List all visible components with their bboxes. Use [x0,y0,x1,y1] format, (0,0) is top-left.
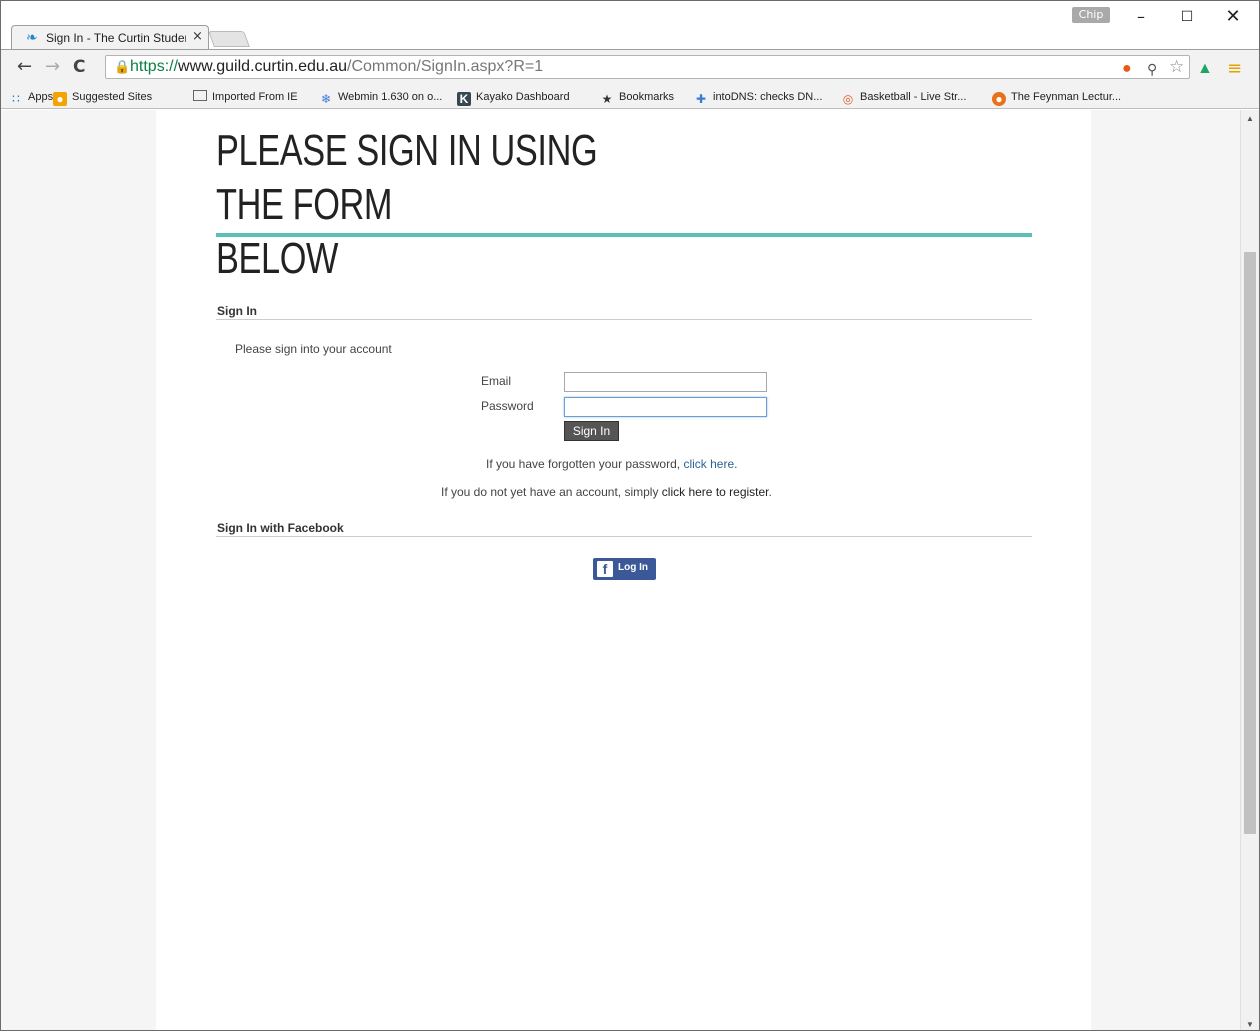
register-text: If you do not yet have an account, simpl… [441,485,772,499]
url-scheme: https:// [130,58,179,75]
register-suffix: . [768,485,772,499]
back-button[interactable]: ← [17,57,32,77]
forgot-prefix: If you have forgotten your password, [486,457,684,471]
tab-close-icon[interactable]: × [192,29,203,44]
facebook-section-title: Sign In with Facebook [217,521,344,535]
email-label: Email [481,374,512,388]
extension-pencil-icon[interactable]: ● [1122,61,1132,77]
register-link[interactable]: click here to register [662,485,769,499]
bookmark-apps[interactable]: ∷ Apps [9,89,53,106]
url-text[interactable]: https://www.guild.curtin.edu.au/Common/S… [130,58,543,76]
scroll-down-arrow-icon[interactable]: ▼ [1246,1020,1254,1029]
forgot-password-text: If you have forgotten your password, cli… [486,457,737,471]
facebook-login-button[interactable]: f Log In [593,558,656,580]
bookmark-bookmarks[interactable]: ★ Bookmarks [600,89,674,106]
profile-badge[interactable]: Chip [1072,7,1110,23]
facebook-login-label: Log In [618,562,648,573]
bookmarks-bar: ∷ Apps ● Suggested Sites Imported From IE … [1,85,1259,109]
forward-button[interactable]: → [45,57,60,77]
webmin-icon: ❄ [320,92,332,106]
url-path: /Common/SignIn.aspx?R=1 [347,58,544,75]
page-title-line-1: PLEASE SIGN IN USING THE FORM [216,126,598,229]
section-divider [216,536,1032,537]
url-host: www.guild.curtin.edu.au [178,58,348,75]
tab-title: Sign In - The Curtin Student Guild [46,31,186,45]
suggested-sites-icon: ● [53,92,67,106]
page-content: PLEASE SIGN IN USING THE FORM BELOW Sign… [156,110,1091,1030]
title-bar: Chip – ☐ ✕ ❧ Sign In - The Curtin Studen… [1,1,1259,49]
bookmark-label: Kayako Dashboard [476,91,570,103]
bookmark-label: Imported From IE [212,91,298,103]
apps-grid-icon: ∷ [12,92,20,106]
bookmark-star-icon[interactable]: ☆ [1169,57,1184,77]
extension-key-icon[interactable]: ⚲ [1147,61,1157,77]
forgot-suffix: . [734,457,738,471]
signin-intro-text: Please sign into your account [235,342,392,356]
page-viewport: PLEASE SIGN IN USING THE FORM BELOW Sign… [1,110,1241,1030]
maximize-button[interactable]: ☐ [1167,5,1207,29]
page-title: PLEASE SIGN IN USING THE FORM BELOW [216,124,653,286]
browser-tab[interactable]: ❧ Sign In - The Curtin Student Guild × [11,25,209,49]
register-prefix: If you do not yet have an account, simpl… [441,485,662,499]
bookmark-label: Suggested Sites [72,91,153,103]
forgot-password-link[interactable]: click here [683,457,734,471]
basketball-icon: ◎ [842,92,854,106]
signin-section-title: Sign In [217,304,257,318]
bookmark-label: Webmin 1.630 on o... [338,91,443,103]
bookmark-imported-from-ie[interactable]: Imported From IE [193,89,298,105]
bookmark-label: Basketball - Live Str... [860,91,967,103]
bookmark-basketball[interactable]: ◎ Basketball - Live Str... [841,89,967,106]
bookmark-kayako[interactable]: K Kayako Dashboard [457,89,570,106]
kayako-icon: K [457,92,471,106]
lock-icon: 🔒 [114,59,131,74]
chrome-menu-icon[interactable]: ≡ [1227,58,1242,79]
page-title-line-2: BELOW [216,234,339,283]
star-icon: ★ [601,92,613,106]
password-field[interactable] [564,397,767,417]
bookmark-label: Apps [28,91,54,103]
section-divider [216,319,1032,320]
feynman-icon: ● [992,92,1006,106]
email-field[interactable] [564,372,767,392]
scrollbar-thumb[interactable] [1244,252,1256,834]
bookmark-webmin[interactable]: ❄ Webmin 1.630 on o... [319,89,442,106]
folder-icon [193,90,207,101]
curtin-ribbon-icon: ❧ [26,29,38,45]
bookmark-suggested-sites[interactable]: ● Suggested Sites [53,89,152,106]
close-window-button[interactable]: ✕ [1213,5,1253,29]
reload-button[interactable]: C [73,57,85,77]
bookmark-label: intoDNS: checks DN... [713,91,823,103]
bookmark-label: Bookmarks [619,91,675,103]
intodns-icon: ✚ [695,92,707,106]
bookmark-intodns[interactable]: ✚ intoDNS: checks DN... [694,89,822,106]
address-bar[interactable]: 🔒 https://www.guild.curtin.edu.au/Common… [105,55,1190,79]
scroll-up-arrow-icon[interactable]: ▲ [1246,114,1254,123]
google-drive-icon[interactable]: ▲ [1197,61,1213,77]
bookmark-label: The Feynman Lectur... [1011,91,1122,103]
minimize-button[interactable]: – [1121,5,1161,29]
new-tab-button[interactable] [208,31,250,47]
browser-window: Chip – ☐ ✕ ❧ Sign In - The Curtin Studen… [0,0,1260,1031]
password-label: Password [481,399,534,413]
heading-accent-rule [216,233,1032,237]
browser-toolbar: ← → C 🔒 https://www.guild.curtin.edu.au/… [1,49,1259,85]
vertical-scrollbar[interactable]: ▲ ▼ [1240,110,1259,1030]
sign-in-button[interactable]: Sign In [564,421,619,441]
bookmark-feynman[interactable]: ● The Feynman Lectur... [992,89,1121,106]
facebook-icon: f [597,561,613,577]
